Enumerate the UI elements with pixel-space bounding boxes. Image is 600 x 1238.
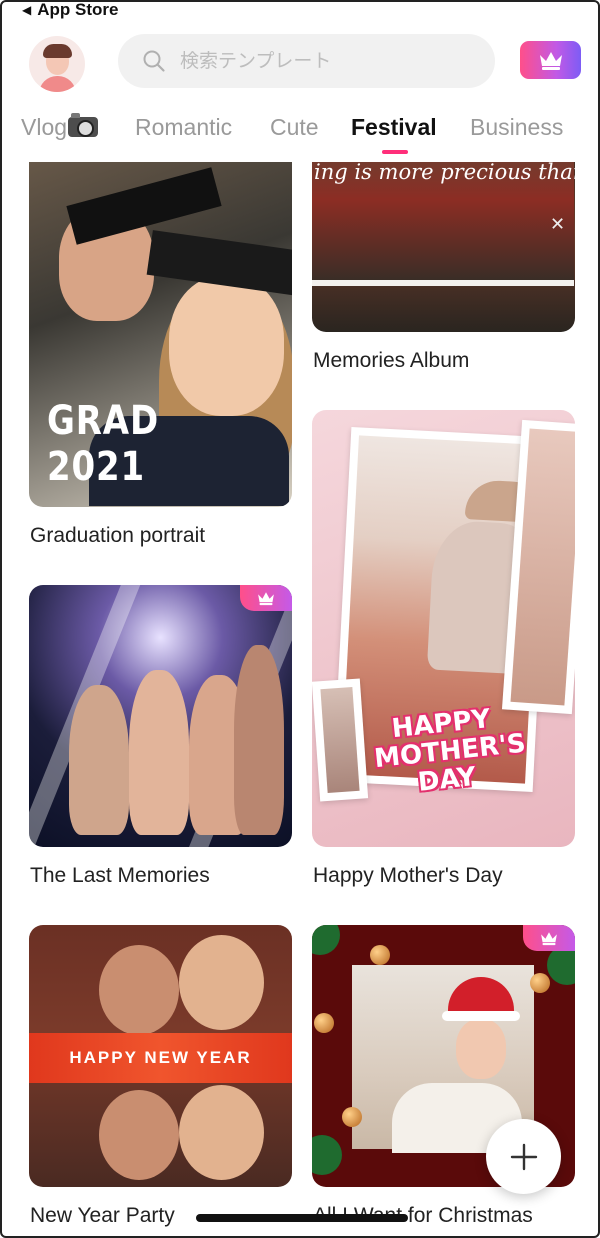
search-bar[interactable]	[118, 34, 495, 88]
header	[2, 30, 598, 96]
tab-festival[interactable]: Festival	[351, 114, 437, 141]
plus-icon	[510, 1143, 537, 1170]
tab-vlog[interactable]: Vlog	[21, 113, 99, 141]
tab-business[interactable]: Business	[470, 114, 563, 141]
template-title[interactable]: Happy Mother's Day	[313, 864, 503, 888]
premium-badge	[523, 925, 575, 951]
tab-romantic[interactable]: Romantic	[135, 114, 232, 141]
back-arrow-icon: ◀	[22, 3, 32, 17]
card-art-text: HAPPY NEW YEAR	[29, 1033, 292, 1083]
back-to-app-store[interactable]: ◀ App Store	[22, 0, 119, 20]
template-card-graduation[interactable]: GRAD 2021	[29, 162, 292, 507]
crown-icon	[539, 52, 562, 70]
search-input[interactable]	[180, 50, 460, 72]
active-tab-indicator	[382, 150, 408, 154]
card-art-text: ing is more precious than f	[314, 162, 575, 184]
template-card-mothers-day[interactable]: HAPPY MOTHER'S DAY	[312, 410, 575, 847]
card-art-text: HAPPY MOTHER'S DAY	[372, 704, 528, 798]
template-title[interactable]: Memories Album	[313, 349, 469, 373]
template-title[interactable]: Graduation portrait	[30, 524, 205, 548]
home-indicator[interactable]	[196, 1214, 408, 1222]
back-label: App Store	[37, 0, 119, 19]
premium-badge	[240, 585, 292, 611]
app-screen: ◀ App Store Vlog Romantic C	[0, 0, 600, 1238]
template-card-new-year[interactable]: HAPPY NEW YEAR	[29, 925, 292, 1187]
card-art-text: GRAD 2021	[47, 398, 160, 490]
template-title[interactable]: The Last Memories	[30, 864, 210, 888]
template-feed[interactable]: GRAD 2021 Graduation portrait ing is mor…	[2, 162, 598, 1236]
template-card-memories-album[interactable]: ing is more precious than f ✕	[312, 162, 575, 332]
search-icon	[143, 50, 165, 72]
category-tabs: Vlog Romantic Cute Festival Business	[2, 110, 598, 156]
premium-button[interactable]	[520, 41, 581, 79]
camera-icon	[68, 113, 99, 137]
status-bar: ◀ App Store	[2, 2, 598, 24]
sparkle-icon: ✕	[550, 214, 566, 234]
crown-icon	[258, 592, 274, 606]
create-new-button[interactable]	[486, 1119, 561, 1194]
tab-cute[interactable]: Cute	[270, 114, 319, 141]
template-card-last-memories[interactable]	[29, 585, 292, 847]
avatar[interactable]	[29, 36, 85, 92]
crown-icon	[541, 932, 557, 946]
template-title[interactable]: New Year Party	[30, 1204, 175, 1228]
